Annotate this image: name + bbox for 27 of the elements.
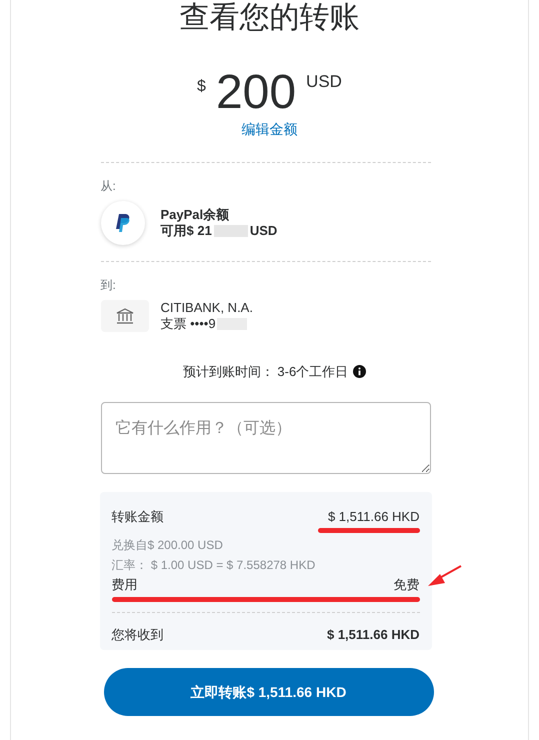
edit-amount-link[interactable]: 编辑金额 xyxy=(242,119,298,140)
redaction-blur xyxy=(214,225,248,237)
amount-value: 200 xyxy=(216,69,296,117)
to-label: 到: xyxy=(100,277,117,294)
transfer-button[interactable]: 立即转账$ 1,511.66 HKD xyxy=(104,668,434,716)
currency-symbol: $ xyxy=(197,77,206,97)
source-name: PayPal余额 xyxy=(160,207,230,223)
bank-name: CITIBANK, N.A. xyxy=(160,300,253,316)
balance-text: 可用$ 21 xyxy=(160,223,212,239)
summary-value: $ 1,511.66 HKD xyxy=(328,508,420,526)
total-label: 您将收到 xyxy=(112,626,164,644)
info-icon[interactable] xyxy=(353,365,366,378)
arrival-time-text: 预计到账时间： 3-6个工作日 xyxy=(182,363,348,381)
balance-currency: USD xyxy=(250,223,278,239)
account-number: 支票 ••••9 xyxy=(160,316,216,332)
currency-code: USD xyxy=(306,71,342,93)
note-field[interactable]: 它有什么作用？（可选） xyxy=(100,402,430,474)
bank-icon xyxy=(100,300,148,332)
page-title: 查看您的转账 xyxy=(180,3,360,33)
paypal-logo-icon xyxy=(100,201,144,245)
summary-value: 免费 xyxy=(394,576,420,594)
total-value: $ 1,511.66 HKD xyxy=(326,626,420,644)
summary-detail: 兑换自$ 200.00 USD xyxy=(112,537,224,554)
summary-label: 费用 xyxy=(112,576,138,594)
summary-detail: 汇率： $ 1.00 USD = $ 7.558278 HKD xyxy=(112,557,316,574)
from-label: 从: xyxy=(100,178,117,195)
summary-label: 转账金额 xyxy=(112,508,164,526)
